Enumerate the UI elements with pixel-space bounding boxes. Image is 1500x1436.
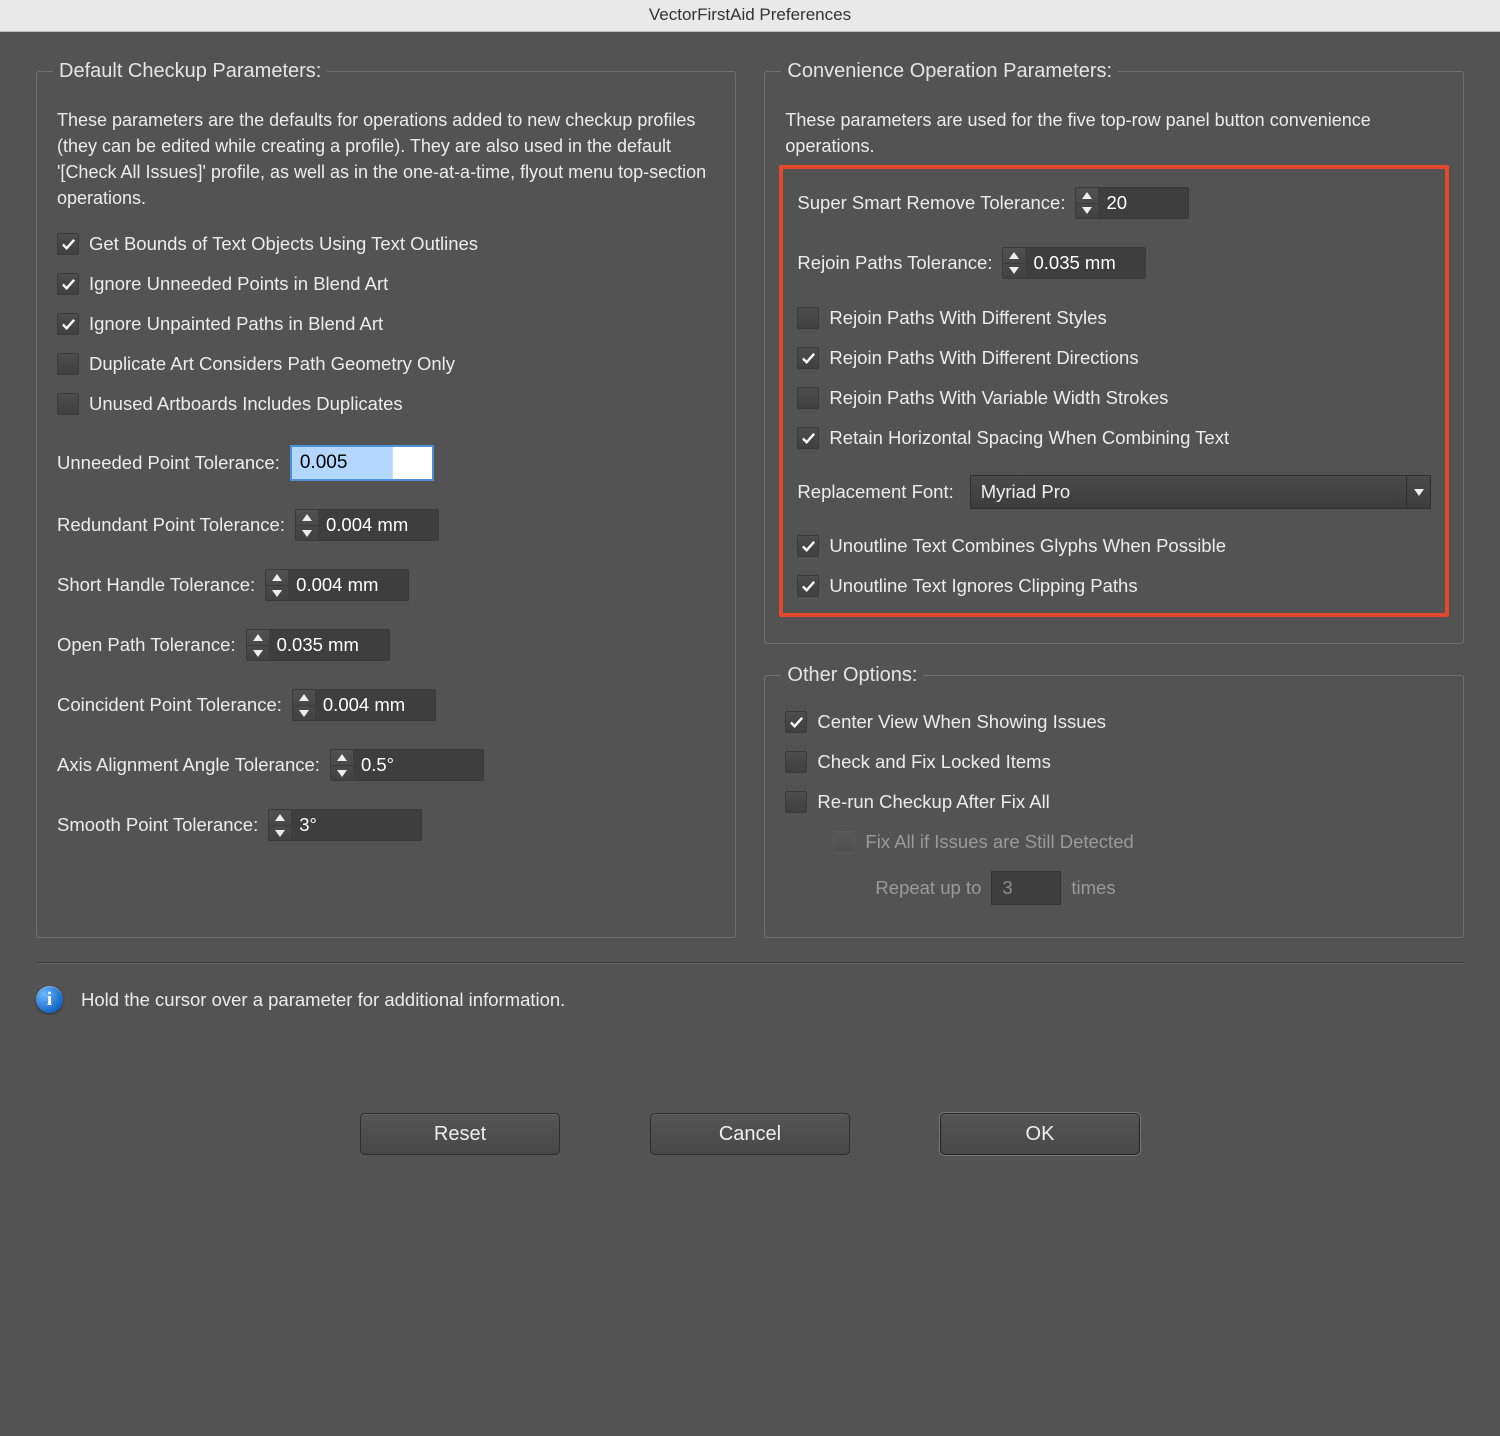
ssr-tolerance-input[interactable] [1098,188,1188,218]
smooth-tolerance-input[interactable] [291,810,421,840]
replacement-font-value: Myriad Pro [971,481,1406,503]
checkbox-fix-locked[interactable] [785,751,807,773]
checkbox-ignore-unpainted[interactable] [57,313,79,335]
cancel-button[interactable]: Cancel [650,1113,850,1155]
reset-button[interactable]: Reset [360,1113,560,1155]
info-icon: i [36,986,63,1013]
stepper-down-icon[interactable] [247,646,269,661]
checkbox-ignore-unneeded[interactable] [57,273,79,295]
label-unused-artboards: Unused Artboards Includes Duplicates [89,393,403,415]
label-rejoin-tol: Rejoin Paths Tolerance: [797,252,992,274]
stepper-down-icon[interactable] [331,766,353,781]
label-repeat-pre: Repeat up to [875,877,981,899]
stepper-up-icon[interactable] [296,510,318,526]
label-unoutline-ignoreclip: Unoutline Text Ignores Clipping Paths [829,575,1137,597]
replacement-font-select[interactable]: Myriad Pro [970,475,1431,509]
label-rejoin-styles: Rejoin Paths With Different Styles [829,307,1106,329]
label-ssr-tol: Super Smart Remove Tolerance: [797,192,1065,214]
window-title: VectorFirstAid Preferences [0,0,1500,32]
label-unneeded-tol: Unneeded Point Tolerance: [57,452,280,474]
smooth-tolerance-stepper[interactable] [268,809,422,841]
label-redundant-tol: Redundant Point Tolerance: [57,514,285,536]
ssr-tolerance-stepper[interactable] [1075,187,1189,219]
label-center-view: Center View When Showing Issues [817,711,1106,733]
checkbox-retain-spacing[interactable] [797,427,819,449]
label-fix-locked: Check and Fix Locked Items [817,751,1050,773]
stepper-up-icon[interactable] [247,630,269,646]
chevron-down-icon[interactable] [1406,476,1430,508]
other-options-group: Other Options: Center View When Showing … [764,664,1464,938]
shorthandle-tolerance-input[interactable] [288,570,408,600]
checkbox-fixall-still [833,831,855,853]
stepper-up-icon[interactable] [1003,248,1025,264]
convenience-group: Convenience Operation Parameters: These … [764,60,1464,644]
label-smooth-tol: Smooth Point Tolerance: [57,814,258,836]
label-axis-tol: Axis Alignment Angle Tolerance: [57,754,320,776]
shorthandle-tolerance-stepper[interactable] [265,569,409,601]
label-ignore-unneeded: Ignore Unneeded Points in Blend Art [89,273,388,295]
label-rerun-checkup: Re-run Checkup After Fix All [817,791,1049,813]
rejoin-tolerance-input[interactable] [1025,248,1145,278]
checkbox-center-view[interactable] [785,711,807,733]
label-fixall-still: Fix All if Issues are Still Detected [865,831,1133,853]
checkbox-rejoin-styles[interactable] [797,307,819,329]
other-options-legend: Other Options: [781,664,923,687]
label-duplicate-geometry: Duplicate Art Considers Path Geometry On… [89,353,455,375]
redundant-tolerance-stepper[interactable] [295,509,439,541]
default-checkup-legend: Default Checkup Parameters: [53,60,327,83]
checkbox-rejoin-directions[interactable] [797,347,819,369]
stepper-up-icon[interactable] [293,690,315,706]
convenience-desc: These parameters are used for the five t… [785,107,1443,159]
info-text: Hold the cursor over a parameter for add… [81,989,565,1011]
stepper-up-icon[interactable] [266,570,288,586]
stepper-down-icon[interactable] [1076,204,1098,219]
stepper-down-icon[interactable] [293,706,315,721]
label-rejoin-directions: Rejoin Paths With Different Directions [829,347,1138,369]
unneeded-tolerance-field[interactable] [290,445,434,481]
label-rejoin-varwidth: Rejoin Paths With Variable Width Strokes [829,387,1168,409]
label-replacement-font: Replacement Font: [797,481,953,503]
stepper-down-icon[interactable] [266,586,288,601]
highlighted-region: Super Smart Remove Tolerance: Rejoin Pat… [779,165,1449,617]
openpath-tolerance-input[interactable] [269,630,389,660]
stepper-down-icon[interactable] [1003,264,1025,279]
stepper-up-icon[interactable] [1076,188,1098,204]
stepper-up-icon[interactable] [331,750,353,766]
convenience-legend: Convenience Operation Parameters: [781,60,1118,83]
stepper-down-icon[interactable] [296,526,318,541]
default-checkup-group: Default Checkup Parameters: These parame… [36,60,736,938]
default-checkup-desc: These parameters are the defaults for op… [57,107,715,211]
stepper-up-icon[interactable] [269,810,291,826]
checkbox-unoutline-combine[interactable] [797,535,819,557]
axis-tolerance-stepper[interactable] [330,749,484,781]
checkbox-text-bounds[interactable] [57,233,79,255]
rejoin-tolerance-stepper[interactable] [1002,247,1146,279]
label-repeat-post: times [1071,877,1115,899]
axis-tolerance-input[interactable] [353,750,483,780]
redundant-tolerance-input[interactable] [318,510,438,540]
checkbox-unoutline-ignoreclip[interactable] [797,575,819,597]
checkbox-rerun-checkup[interactable] [785,791,807,813]
label-ignore-unpainted: Ignore Unpainted Paths in Blend Art [89,313,383,335]
checkbox-duplicate-geometry[interactable] [57,353,79,375]
checkbox-unused-artboards[interactable] [57,393,79,415]
coincident-tolerance-stepper[interactable] [292,689,436,721]
openpath-tolerance-stepper[interactable] [246,629,390,661]
label-coincident-tol: Coincident Point Tolerance: [57,694,282,716]
label-retain-spacing: Retain Horizontal Spacing When Combining… [829,427,1229,449]
label-unoutline-combine: Unoutline Text Combines Glyphs When Poss… [829,535,1226,557]
repeat-count-input [991,871,1061,905]
unneeded-tolerance-input[interactable] [292,447,432,479]
stepper-down-icon[interactable] [269,826,291,841]
ok-button[interactable]: OK [940,1113,1140,1155]
label-shorthandle-tol: Short Handle Tolerance: [57,574,255,596]
coincident-tolerance-input[interactable] [315,690,435,720]
checkbox-rejoin-varwidth[interactable] [797,387,819,409]
label-text-bounds: Get Bounds of Text Objects Using Text Ou… [89,233,478,255]
label-openpath-tol: Open Path Tolerance: [57,634,236,656]
